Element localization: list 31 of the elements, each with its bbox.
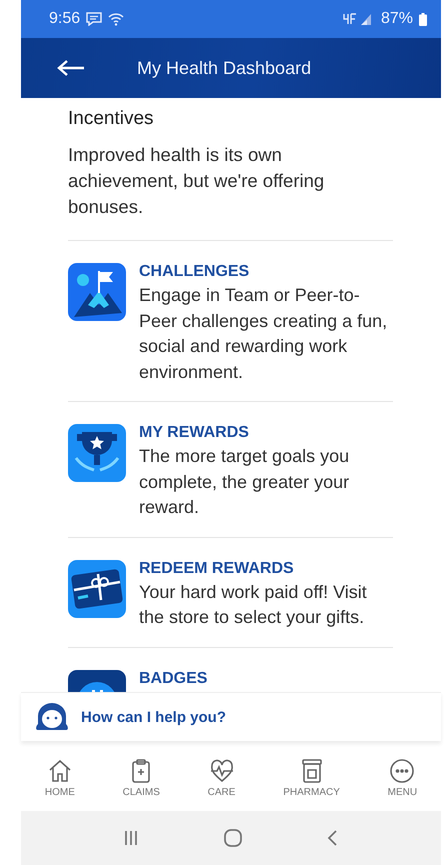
section-intro: Improved health is its own achievement, but we're offering bonuses. — [68, 142, 393, 241]
incentive-title[interactable]: CHALLENGES — [139, 263, 393, 281]
assistant-avatar-icon — [35, 702, 69, 732]
incentive-title[interactable]: REDEEM REWARDS — [139, 560, 393, 578]
status-time: 9:56 — [49, 10, 80, 28]
wifi-icon — [108, 12, 124, 26]
assistant-bar[interactable]: How can I help you? — [21, 692, 441, 741]
incentive-description: The more target goals you complete, the greater your reward. — [139, 445, 350, 519]
incentive-title[interactable]: BADGES — [139, 670, 393, 688]
nav-tab[interactable]: MENU — [384, 758, 422, 798]
gift-card-icon — [68, 560, 126, 618]
heart-pulse-icon — [208, 758, 235, 784]
nav-tab[interactable]: CLAIMS — [118, 758, 164, 798]
incentive-description: Your hard work paid off! Visit the store to select your gifts. — [139, 580, 368, 629]
message-icon — [86, 12, 102, 26]
incentive-title[interactable]: MY REWARDS — [139, 424, 393, 442]
home-icon[interactable] — [222, 828, 243, 848]
signal-icon — [342, 12, 373, 26]
mountain-flag-icon — [68, 263, 126, 321]
section-heading: Incentives — [68, 108, 155, 130]
nav-tab[interactable]: PHARMACY — [279, 758, 344, 798]
more-icon — [389, 758, 416, 784]
nav-tab[interactable]: CARE — [204, 758, 240, 798]
screen-title: My Health Dashboard — [137, 58, 312, 78]
battery-level: 87% — [380, 10, 413, 28]
house-icon — [46, 758, 73, 784]
assistant-prompt: How can I help you? — [81, 708, 226, 726]
incentive-description: Engage in Team or Peer-to-Peer challenges creating a fun, social and rewarding work environment. — [139, 284, 388, 384]
trophy-icon — [68, 424, 126, 482]
nav-tab[interactable]: HOME — [40, 758, 79, 798]
battery-icon — [419, 12, 427, 26]
